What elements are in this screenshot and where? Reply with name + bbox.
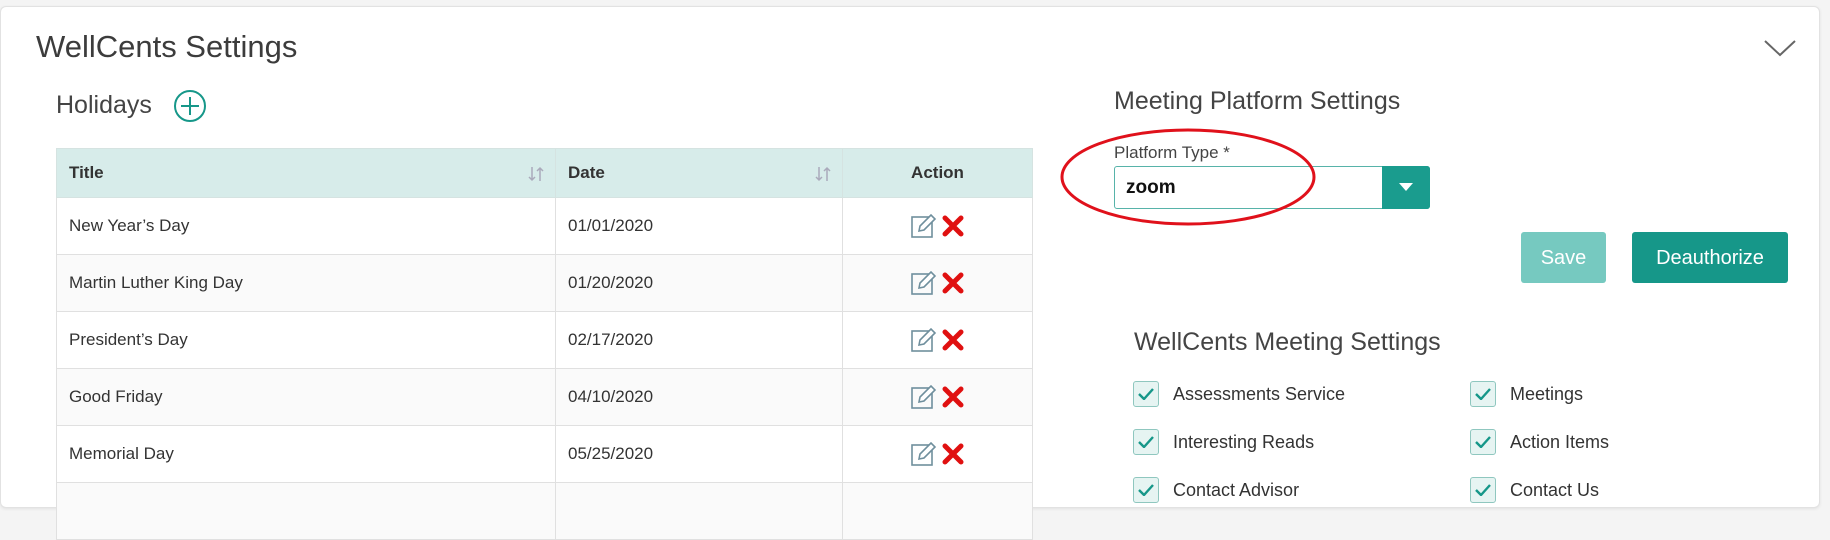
holiday-date: 01/01/2020 (555, 197, 843, 255)
holidays-title: Holidays (56, 91, 152, 119)
checkbox[interactable] (1133, 381, 1159, 407)
holidays-table: Title Date Action New Year’s Day 01/01/2… (56, 148, 1033, 540)
checkbox[interactable] (1133, 477, 1159, 503)
title-column-header[interactable]: Title (56, 148, 556, 198)
edit-icon[interactable] (909, 440, 937, 468)
row-actions (842, 482, 1033, 540)
row-actions (842, 197, 1033, 255)
delete-icon[interactable] (939, 383, 967, 411)
deauthorize-button[interactable]: Deauthorize (1632, 232, 1788, 283)
setting-label: Action Items (1510, 431, 1610, 452)
chevron-down-icon[interactable] (1763, 37, 1797, 59)
check-icon (1475, 436, 1491, 448)
dropdown-toggle[interactable] (1382, 166, 1430, 209)
save-button[interactable]: Save (1521, 232, 1606, 283)
holidays-table-body: New Year’s Day 01/01/2020 Martin Luther … (56, 197, 1033, 540)
checkbox[interactable] (1470, 429, 1496, 455)
setting-label: Meetings (1510, 383, 1584, 404)
check-icon (1475, 484, 1491, 496)
table-row: New Year’s Day 01/01/2020 (56, 197, 1033, 255)
edit-icon[interactable] (909, 326, 937, 354)
holiday-title (56, 482, 556, 540)
wellcents-settings-panel: WellCents Settings Holidays Title Date A… (0, 6, 1820, 540)
holiday-date: 05/25/2020 (555, 425, 843, 483)
setting-meetings[interactable]: Meetings (1470, 380, 1583, 408)
holiday-date: 04/10/2020 (555, 368, 843, 426)
holiday-title: Martin Luther King Day (56, 254, 556, 312)
setting-action-items[interactable]: Action Items (1470, 428, 1609, 456)
table-row: Memorial Day 05/25/2020 (56, 425, 1033, 483)
row-actions (842, 254, 1033, 312)
plus-circle-icon[interactable] (173, 89, 207, 123)
title-column-label: Title (69, 163, 104, 182)
edit-icon[interactable] (909, 269, 937, 297)
table-header-row: Title Date Action (56, 148, 1033, 198)
setting-interesting-reads[interactable]: Interesting Reads (1133, 428, 1314, 456)
panel-title: WellCents Settings (36, 29, 298, 64)
edit-icon[interactable] (909, 383, 937, 411)
check-icon (1475, 388, 1491, 400)
table-row: Good Friday 04/10/2020 (56, 368, 1033, 426)
setting-label: Contact Us (1510, 479, 1600, 500)
platform-type-select[interactable]: zoom (1114, 166, 1430, 209)
date-column-label: Date (568, 163, 605, 182)
checkbox[interactable] (1470, 477, 1496, 503)
table-row: Martin Luther King Day 01/20/2020 (56, 254, 1033, 312)
row-actions (842, 425, 1033, 483)
delete-icon[interactable] (939, 326, 967, 354)
holiday-title: President’s Day (56, 311, 556, 369)
holiday-title: Good Friday (56, 368, 556, 426)
row-actions (842, 311, 1033, 369)
table-row: President’s Day 02/17/2020 (56, 311, 1033, 369)
row-actions (842, 368, 1033, 426)
holiday-date (555, 482, 843, 540)
setting-label: Assessments Service (1173, 383, 1346, 404)
setting-label: Contact Advisor (1173, 479, 1300, 500)
caret-down-icon (1399, 183, 1413, 191)
platform-type-value: zoom (1126, 177, 1176, 198)
action-column-label: Action (911, 163, 964, 182)
date-column-header[interactable]: Date (555, 148, 843, 198)
holiday-date: 02/17/2020 (555, 311, 843, 369)
action-column-header: Action (842, 148, 1033, 198)
meeting-platform-title: Meeting Platform Settings (1114, 87, 1401, 115)
meeting-settings-title: WellCents Meeting Settings (1134, 328, 1441, 356)
holiday-title: New Year’s Day (56, 197, 556, 255)
table-row (56, 482, 1033, 540)
sort-icon[interactable] (527, 165, 545, 183)
holiday-title: Memorial Day (56, 425, 556, 483)
setting-contact-advisor[interactable]: Contact Advisor (1133, 476, 1299, 504)
check-icon (1138, 484, 1154, 496)
edit-icon[interactable] (909, 212, 937, 240)
check-icon (1138, 436, 1154, 448)
checkbox[interactable] (1133, 429, 1159, 455)
delete-icon[interactable] (939, 212, 967, 240)
delete-icon[interactable] (939, 440, 967, 468)
checkbox[interactable] (1470, 381, 1496, 407)
sort-icon[interactable] (814, 165, 832, 183)
holiday-date: 01/20/2020 (555, 254, 843, 312)
platform-type-label: Platform Type * (1114, 143, 1230, 162)
delete-icon[interactable] (939, 269, 967, 297)
setting-contact-us[interactable]: Contact Us (1470, 476, 1599, 504)
setting-assessments-service[interactable]: Assessments Service (1133, 380, 1345, 408)
check-icon (1138, 388, 1154, 400)
setting-label: Interesting Reads (1173, 431, 1315, 452)
